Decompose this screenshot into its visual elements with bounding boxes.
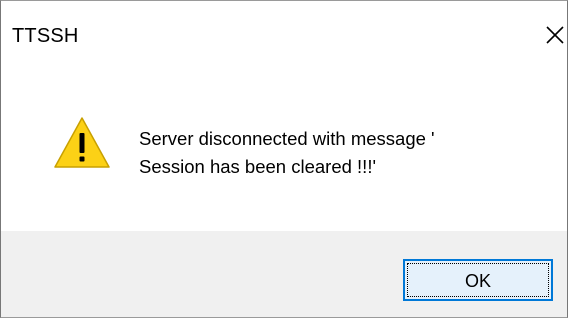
message-dialog: TTSSH Server disconnected with message '… (0, 0, 568, 318)
ok-button-label: OK (464, 270, 491, 291)
warning-icon (52, 115, 112, 171)
message-text: Server disconnected with message ' Sessi… (139, 125, 435, 181)
button-bar: OK (1, 231, 567, 317)
title-bar[interactable]: TTSSH (1, 1, 567, 59)
dialog-content: Server disconnected with message ' Sessi… (1, 59, 567, 231)
ok-button[interactable]: OK (403, 259, 553, 301)
close-button[interactable] (541, 21, 567, 55)
close-icon (546, 26, 564, 44)
message-line-1: Server disconnected with message ' (139, 128, 435, 149)
window-title: TTSSH (12, 25, 79, 47)
message-line-2: Session has been cleared !!!' (139, 156, 376, 177)
